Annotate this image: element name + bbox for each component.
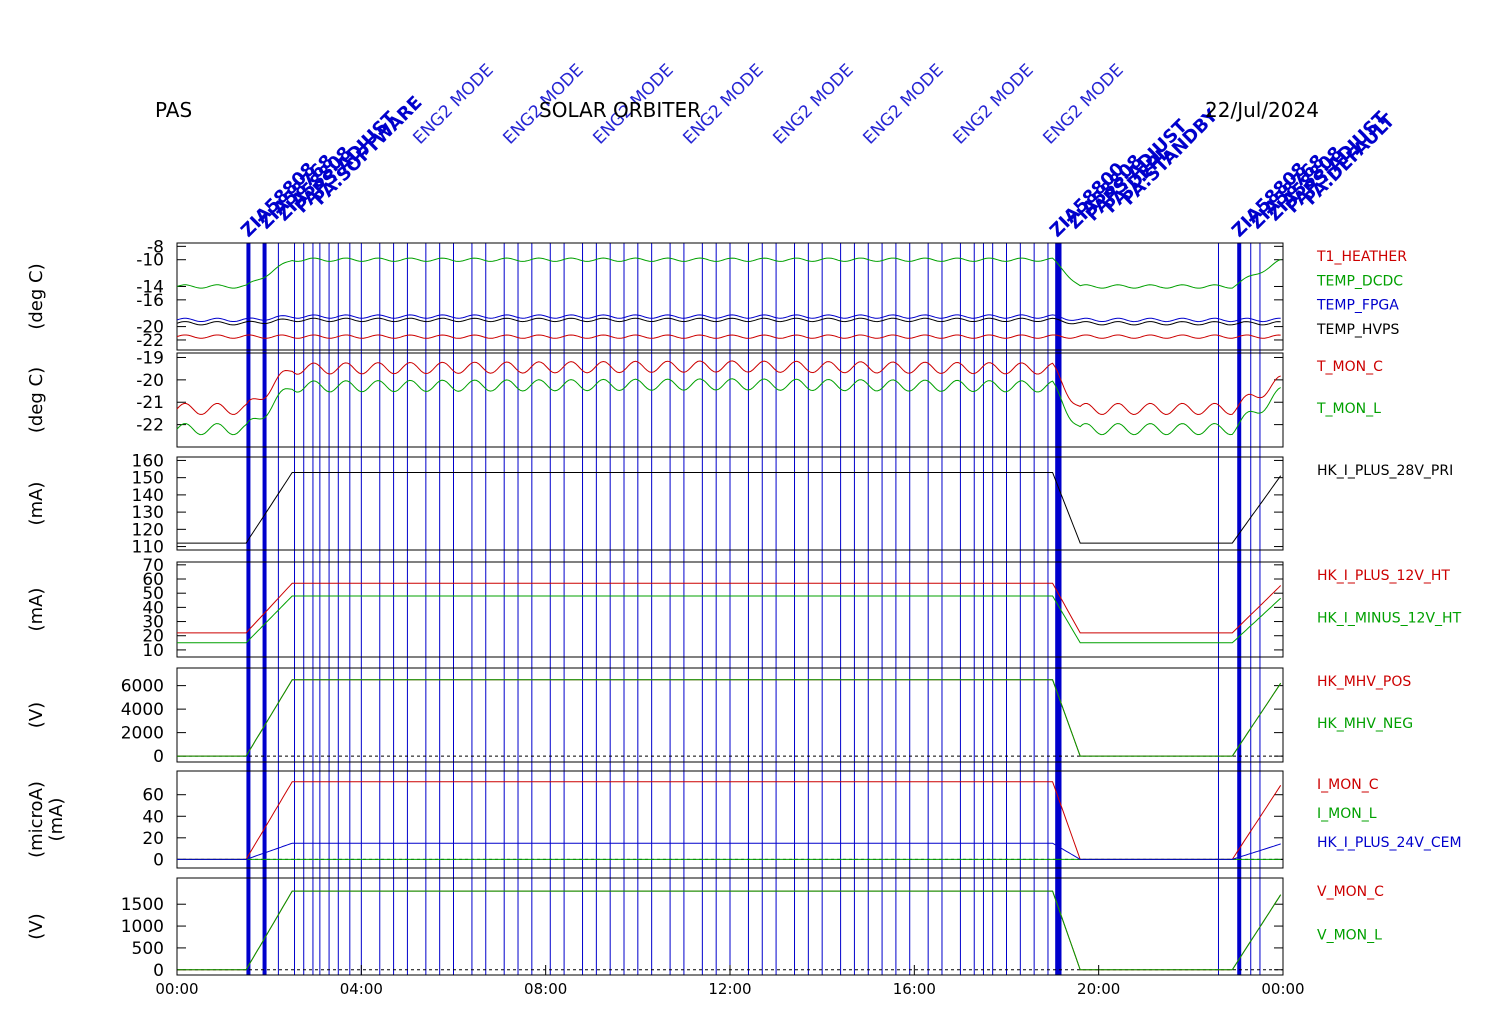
- instrument-label: PAS: [155, 98, 192, 122]
- x-tick-label: 08:00: [524, 980, 567, 998]
- y-axis-label-2: (mA): [46, 798, 67, 842]
- x-tick-label: 20:00: [1077, 980, 1120, 998]
- legend-entry: TEMP_DCDC: [1316, 273, 1403, 289]
- series-line: [176, 257, 1281, 289]
- series-line: [177, 679, 1282, 757]
- panel-5: 6000 4000 2000 0 (V) HK_MHV_POS HK_MHV_NEG: [26, 667, 1413, 767]
- legend-entry: TEMP_FPGA: [1316, 298, 1399, 314]
- legend-entry: HK_MHV_NEG: [1317, 716, 1413, 732]
- x-tick-label: 00:00: [1261, 980, 1304, 998]
- y-tick-label: -21: [136, 393, 164, 413]
- series-line: [177, 472, 1282, 544]
- y-tick-label: 110: [132, 538, 164, 558]
- y-tick-label: 20: [142, 829, 164, 849]
- series-line: [176, 378, 1281, 436]
- legend-entry: HK_I_MINUS_12V_HT: [1317, 611, 1462, 627]
- y-tick-label: 0: [153, 961, 164, 981]
- event-label: ENG2 MODE: [949, 60, 1037, 148]
- mission-label: SOLAR ORBITER: [539, 98, 701, 122]
- series-line: [176, 360, 1281, 416]
- legend-entry: HK_MHV_POS: [1317, 674, 1411, 690]
- legend-entry: V_MON_C: [1317, 884, 1384, 900]
- x-tick-label: 16:00: [893, 980, 936, 998]
- date-label: 22/Jul/2024: [1205, 98, 1319, 122]
- event-label: ENG2 MODE: [1039, 60, 1127, 148]
- panel-6: 6040200 (microA) (mA) I_MON_C I_MON_L HK_I_PL…: [26, 770, 1462, 870]
- series-line: [177, 595, 1282, 644]
- panel-4: 70605040302010(mA)HK_I_PLUS_12V_HTHK_I_M…: [26, 556, 1462, 661]
- legend-entry: T_MON_C: [1316, 359, 1383, 375]
- legend-entry: HK_I_PLUS_28V_PRI: [1317, 463, 1453, 479]
- event-label: ENG2 MODE: [769, 60, 857, 148]
- y-tick-label: 1500: [121, 895, 164, 915]
- x-tick-label: 04:00: [340, 980, 383, 998]
- panel-2: -19 -20-21 -22 (deg C) T_MON_C T_MON_L: [26, 348, 1383, 448]
- legend-entry: I_MON_C: [1317, 777, 1379, 793]
- series-line: [177, 781, 1282, 860]
- y-tick-label: 40: [142, 807, 164, 827]
- y-tick-label: 0: [153, 850, 164, 870]
- y-axis-label: (mA): [26, 482, 47, 526]
- y-tick-label: 0: [153, 747, 164, 767]
- y-axis-label: (V): [26, 702, 47, 728]
- x-tick-label: 00:00: [155, 980, 198, 998]
- series-line: [177, 890, 1282, 971]
- y-tick-label: -10: [136, 251, 164, 271]
- y-tick-label: 500: [132, 939, 164, 959]
- y-tick-label: 2000: [121, 724, 164, 744]
- series-line: [176, 334, 1281, 339]
- legend-entry: HK_I_PLUS_12V_HT: [1317, 568, 1450, 584]
- y-axis-label: (V): [26, 913, 47, 939]
- y-tick-label: -16: [136, 291, 164, 311]
- panel-7: 150010005000 (V) V_MON_C V_MON_L: [26, 877, 1384, 981]
- y-axis-label: (mA): [26, 588, 47, 632]
- series-line: [177, 679, 1282, 757]
- legend-entry: T_MON_L: [1316, 401, 1381, 417]
- y-tick-label: 10: [142, 641, 164, 661]
- event-label: ENG2 MODE: [859, 60, 947, 148]
- legend-entry: HK_I_PLUS_24V_CEM: [1317, 835, 1462, 851]
- y-axis-label: (deg C): [26, 367, 47, 433]
- series-line: [176, 317, 1281, 326]
- y-tick-label: -22: [136, 416, 164, 436]
- series-line: [177, 890, 1282, 971]
- legend-entry: TEMP_HVPS: [1316, 322, 1399, 338]
- legend-entry: V_MON_L: [1317, 928, 1382, 944]
- y-tick-label: 6000: [121, 677, 164, 697]
- series-line: [177, 842, 1281, 860]
- series-line: [177, 582, 1282, 634]
- legend-entry: I_MON_L: [1317, 806, 1377, 822]
- x-tick-label: 12:00: [708, 980, 751, 998]
- y-tick-label: 1000: [121, 917, 164, 937]
- y-tick-label: 60: [142, 786, 164, 806]
- event-markers: ZIA58808ZIA58768ZIA58808PAPS:ADJUSTPA:SO…: [237, 60, 1400, 975]
- y-axis-label: (microA): [26, 781, 47, 858]
- legend-entry: T1_HEATHER: [1316, 249, 1407, 265]
- event-label: PA:SOFTWARE: [309, 92, 426, 209]
- y-axis-label: (deg C): [26, 263, 47, 329]
- y-tick-label: -20: [136, 371, 164, 391]
- y-tick-label: -19: [136, 348, 164, 368]
- chart-panels: -8-10-14-16-20-22(deg C)T1_HEATHERTEMP_D…: [26, 237, 1462, 980]
- pas-housekeeping-plot: ZIA58808ZIA58768ZIA58808PAPS:ADJUSTPA:SO…: [26, 60, 1462, 998]
- y-tick-label: 4000: [121, 700, 164, 720]
